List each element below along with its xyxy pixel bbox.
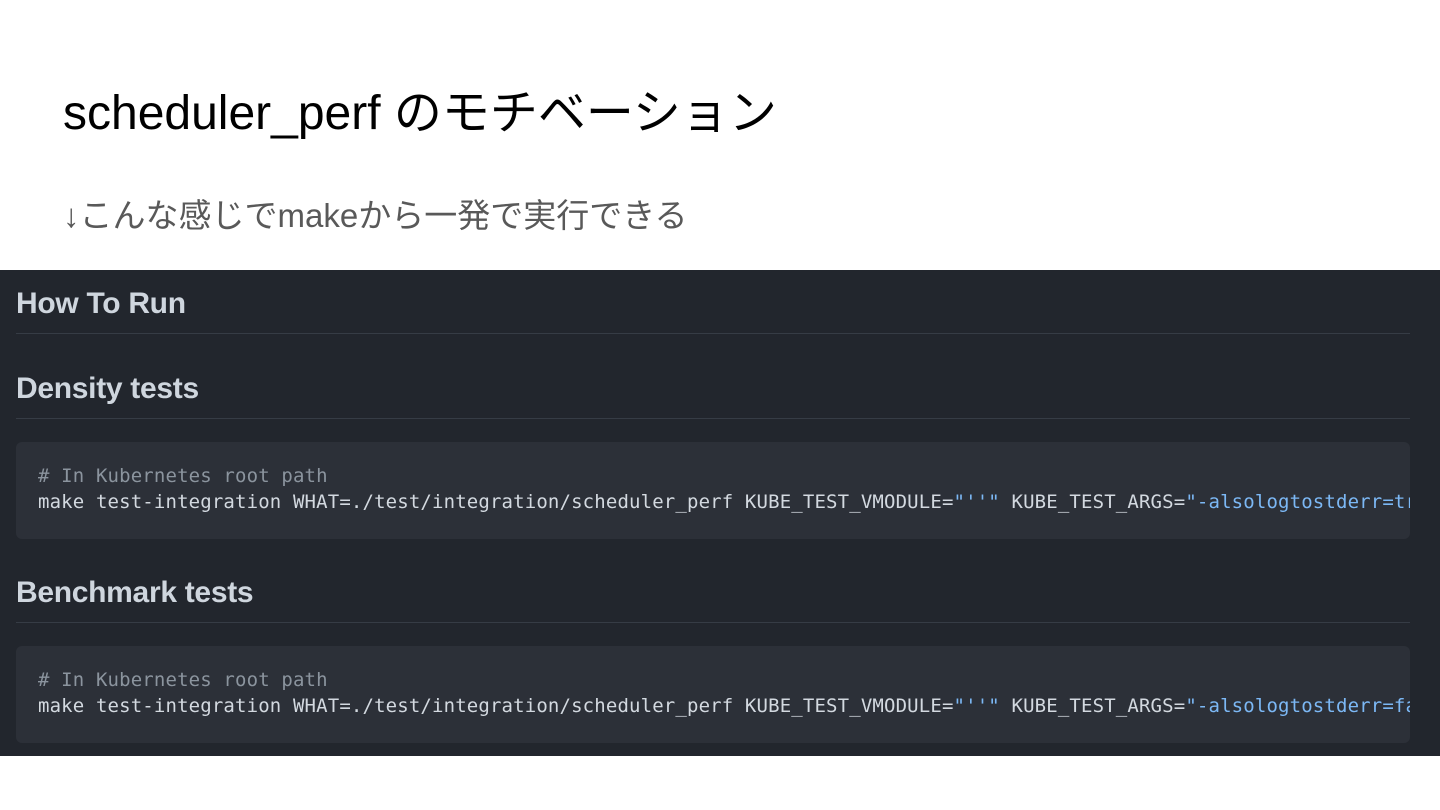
readme-screenshot: How To Run Density tests # In Kubernetes… <box>0 270 1440 756</box>
heading-divider <box>16 333 1410 334</box>
vmodule-value: "''" <box>953 491 1000 513</box>
density-code-block: # In Kubernetes root path make test-inte… <box>16 442 1410 539</box>
heading-divider <box>16 622 1410 623</box>
code-command: make test-integration WHAT=./test/integr… <box>38 489 1410 515</box>
code-comment: # In Kubernetes root path <box>38 465 328 487</box>
args-value: "-alsologtostderr=false <box>1185 695 1410 717</box>
args-label: KUBE_TEST_ARGS= <box>999 491 1186 513</box>
heading-density-tests: Density tests <box>16 372 199 405</box>
slide-title: scheduler_perf のモチベーション <box>63 87 777 140</box>
args-label: KUBE_TEST_ARGS= <box>999 695 1186 717</box>
code-command: make test-integration WHAT=./test/integr… <box>38 693 1410 719</box>
command-prefix: make test-integration WHAT=./test/integr… <box>38 695 954 717</box>
slide: scheduler_perf のモチベーション ↓こんな感じでmakeから一発で… <box>0 0 1440 810</box>
code-comment: # In Kubernetes root path <box>38 669 328 691</box>
heading-how-to-run: How To Run <box>16 287 186 320</box>
heading-benchmark-tests: Benchmark tests <box>16 576 254 609</box>
slide-subtitle: ↓こんな感じでmakeから一発で実行できる <box>63 197 688 234</box>
heading-divider <box>16 418 1410 419</box>
vmodule-value: "''" <box>953 695 1000 717</box>
command-prefix: make test-integration WHAT=./test/integr… <box>38 491 954 513</box>
benchmark-code-block: # In Kubernetes root path make test-inte… <box>16 646 1410 743</box>
args-value: "-alsologtostderr=true <box>1185 491 1410 513</box>
